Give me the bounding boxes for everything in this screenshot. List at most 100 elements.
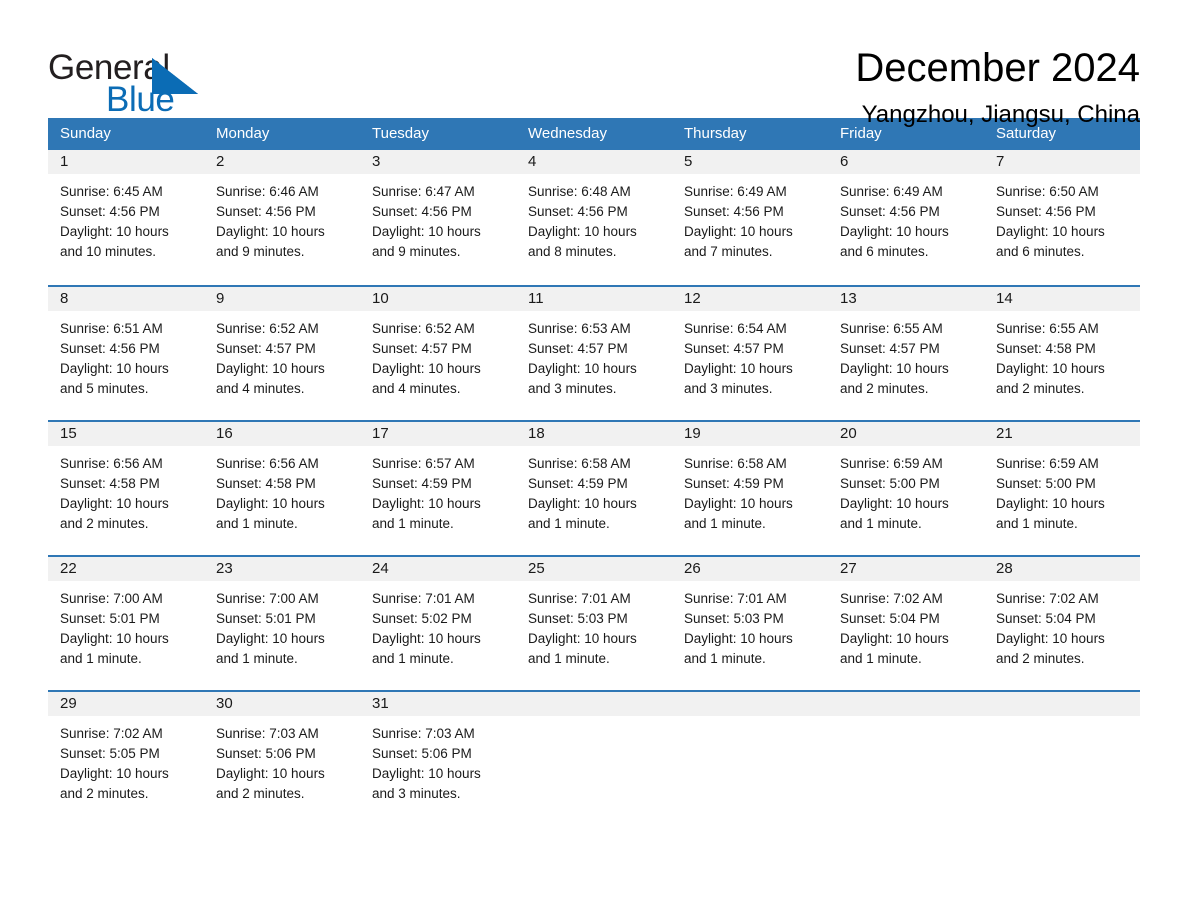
daylight-text-line1: Daylight: 10 hours <box>60 224 169 239</box>
day-cell[interactable]: 22 Sunrise: 7:00 AM Sunset: 5:01 PM Dayl… <box>48 557 204 690</box>
week-row: 29 Sunrise: 7:02 AM Sunset: 5:05 PM Dayl… <box>48 690 1140 825</box>
day-cell[interactable]: 2 Sunrise: 6:46 AM Sunset: 4:56 PM Dayli… <box>204 150 360 285</box>
weekday-monday: Monday <box>216 125 270 142</box>
day-number: 22 <box>48 557 204 581</box>
day-details: Sunrise: 7:03 AM Sunset: 5:06 PM Dayligh… <box>204 716 360 804</box>
day-number: 19 <box>672 422 828 446</box>
sunrise-text: Sunrise: 6:52 AM <box>216 321 319 336</box>
day-cell[interactable]: 30 Sunrise: 7:03 AM Sunset: 5:06 PM Dayl… <box>204 692 360 825</box>
sunset-text: Sunset: 4:58 PM <box>996 341 1096 356</box>
day-cell[interactable]: 9 Sunrise: 6:52 AM Sunset: 4:57 PM Dayli… <box>204 287 360 420</box>
day-number <box>516 692 672 716</box>
daylight-text-line1: Daylight: 10 hours <box>216 631 325 646</box>
sunset-text: Sunset: 5:00 PM <box>996 476 1096 491</box>
sunset-text: Sunset: 4:56 PM <box>60 341 160 356</box>
day-cell[interactable]: 31 Sunrise: 7:03 AM Sunset: 5:06 PM Dayl… <box>360 692 516 825</box>
brand-logo[interactable]: General Blue <box>48 42 248 118</box>
daylight-text-line2: and 1 minute. <box>216 651 298 666</box>
day-cell[interactable]: 19 Sunrise: 6:58 AM Sunset: 4:59 PM Dayl… <box>672 422 828 555</box>
sunset-text: Sunset: 4:56 PM <box>684 204 784 219</box>
day-cell[interactable]: 23 Sunrise: 7:00 AM Sunset: 5:01 PM Dayl… <box>204 557 360 690</box>
day-number: 9 <box>204 287 360 311</box>
day-number: 31 <box>360 692 516 716</box>
sunrise-text: Sunrise: 7:03 AM <box>216 726 319 741</box>
daylight-text-line1: Daylight: 10 hours <box>684 361 793 376</box>
weekday-saturday: Saturday <box>996 125 1057 142</box>
sunset-text: Sunset: 4:57 PM <box>372 341 472 356</box>
day-details: Sunrise: 6:51 AM Sunset: 4:56 PM Dayligh… <box>48 311 204 399</box>
day-cell[interactable]: 4 Sunrise: 6:48 AM Sunset: 4:56 PM Dayli… <box>516 150 672 285</box>
day-cell[interactable]: 28 Sunrise: 7:02 AM Sunset: 5:04 PM Dayl… <box>984 557 1140 690</box>
sunset-text: Sunset: 4:58 PM <box>216 476 316 491</box>
day-details: Sunrise: 6:55 AM Sunset: 4:58 PM Dayligh… <box>984 311 1140 399</box>
sunset-text: Sunset: 5:04 PM <box>996 611 1096 626</box>
day-cell[interactable]: 18 Sunrise: 6:58 AM Sunset: 4:59 PM Dayl… <box>516 422 672 555</box>
sunrise-text: Sunrise: 7:01 AM <box>528 591 631 606</box>
day-details: Sunrise: 7:03 AM Sunset: 5:06 PM Dayligh… <box>360 716 516 804</box>
day-cell[interactable]: 15 Sunrise: 6:56 AM Sunset: 4:58 PM Dayl… <box>48 422 204 555</box>
daylight-text-line2: and 3 minutes. <box>528 381 617 396</box>
daylight-text-line2: and 6 minutes. <box>840 244 929 259</box>
sunrise-text: Sunrise: 7:00 AM <box>216 591 319 606</box>
sunrise-text: Sunrise: 7:01 AM <box>684 591 787 606</box>
sunrise-text: Sunrise: 6:55 AM <box>996 321 1099 336</box>
week-row: 1 Sunrise: 6:45 AM Sunset: 4:56 PM Dayli… <box>48 150 1140 285</box>
daylight-text-line2: and 8 minutes. <box>528 244 617 259</box>
day-cell[interactable]: 6 Sunrise: 6:49 AM Sunset: 4:56 PM Dayli… <box>828 150 984 285</box>
day-cell[interactable]: 20 Sunrise: 6:59 AM Sunset: 5:00 PM Dayl… <box>828 422 984 555</box>
day-details: Sunrise: 7:00 AM Sunset: 5:01 PM Dayligh… <box>48 581 204 669</box>
sunset-text: Sunset: 5:03 PM <box>528 611 628 626</box>
day-cell[interactable]: 13 Sunrise: 6:55 AM Sunset: 4:57 PM Dayl… <box>828 287 984 420</box>
day-cell[interactable]: 7 Sunrise: 6:50 AM Sunset: 4:56 PM Dayli… <box>984 150 1140 285</box>
day-cell[interactable]: 11 Sunrise: 6:53 AM Sunset: 4:57 PM Dayl… <box>516 287 672 420</box>
daylight-text-line2: and 1 minute. <box>528 516 610 531</box>
day-number: 15 <box>48 422 204 446</box>
daylight-text-line1: Daylight: 10 hours <box>684 224 793 239</box>
daylight-text-line1: Daylight: 10 hours <box>996 631 1105 646</box>
day-cell[interactable]: 24 Sunrise: 7:01 AM Sunset: 5:02 PM Dayl… <box>360 557 516 690</box>
day-number: 13 <box>828 287 984 311</box>
day-cell[interactable]: 8 Sunrise: 6:51 AM Sunset: 4:56 PM Dayli… <box>48 287 204 420</box>
daylight-text-line2: and 1 minute. <box>216 516 298 531</box>
sunset-text: Sunset: 4:59 PM <box>684 476 784 491</box>
day-number <box>672 692 828 716</box>
daylight-text-line1: Daylight: 10 hours <box>528 496 637 511</box>
day-cell[interactable]: 3 Sunrise: 6:47 AM Sunset: 4:56 PM Dayli… <box>360 150 516 285</box>
daylight-text-line1: Daylight: 10 hours <box>996 361 1105 376</box>
day-cell[interactable]: 5 Sunrise: 6:49 AM Sunset: 4:56 PM Dayli… <box>672 150 828 285</box>
sunrise-text: Sunrise: 6:57 AM <box>372 456 475 471</box>
day-details: Sunrise: 7:01 AM Sunset: 5:03 PM Dayligh… <box>516 581 672 669</box>
day-details: Sunrise: 6:59 AM Sunset: 5:00 PM Dayligh… <box>984 446 1140 534</box>
day-cell[interactable]: 26 Sunrise: 7:01 AM Sunset: 5:03 PM Dayl… <box>672 557 828 690</box>
blue-triangle-icon-shape <box>152 58 198 94</box>
day-details: Sunrise: 6:58 AM Sunset: 4:59 PM Dayligh… <box>516 446 672 534</box>
day-cell[interactable]: 27 Sunrise: 7:02 AM Sunset: 5:04 PM Dayl… <box>828 557 984 690</box>
sunset-text: Sunset: 4:57 PM <box>684 341 784 356</box>
day-cell[interactable]: 1 Sunrise: 6:45 AM Sunset: 4:56 PM Dayli… <box>48 150 204 285</box>
daylight-text-line2: and 1 minute. <box>684 516 766 531</box>
day-cell[interactable]: 16 Sunrise: 6:56 AM Sunset: 4:58 PM Dayl… <box>204 422 360 555</box>
day-cell[interactable]: 17 Sunrise: 6:57 AM Sunset: 4:59 PM Dayl… <box>360 422 516 555</box>
daylight-text-line1: Daylight: 10 hours <box>840 361 949 376</box>
day-cell[interactable]: 10 Sunrise: 6:52 AM Sunset: 4:57 PM Dayl… <box>360 287 516 420</box>
day-details: Sunrise: 6:54 AM Sunset: 4:57 PM Dayligh… <box>672 311 828 399</box>
day-cell[interactable]: 29 Sunrise: 7:02 AM Sunset: 5:05 PM Dayl… <box>48 692 204 825</box>
day-cell[interactable]: 12 Sunrise: 6:54 AM Sunset: 4:57 PM Dayl… <box>672 287 828 420</box>
daylight-text-line2: and 5 minutes. <box>60 381 149 396</box>
daylight-text-line2: and 4 minutes. <box>372 381 461 396</box>
day-cell[interactable]: 25 Sunrise: 7:01 AM Sunset: 5:03 PM Dayl… <box>516 557 672 690</box>
day-details: Sunrise: 7:02 AM Sunset: 5:05 PM Dayligh… <box>48 716 204 804</box>
day-number: 5 <box>672 150 828 174</box>
day-details: Sunrise: 6:56 AM Sunset: 4:58 PM Dayligh… <box>48 446 204 534</box>
sunset-text: Sunset: 5:04 PM <box>840 611 940 626</box>
sunrise-text: Sunrise: 7:02 AM <box>840 591 943 606</box>
daylight-text-line1: Daylight: 10 hours <box>840 631 949 646</box>
daylight-text-line2: and 2 minutes. <box>60 786 149 801</box>
day-cell-empty <box>672 692 828 825</box>
day-cell[interactable]: 21 Sunrise: 6:59 AM Sunset: 5:00 PM Dayl… <box>984 422 1140 555</box>
day-number: 11 <box>516 287 672 311</box>
daylight-text-line2: and 2 minutes. <box>840 381 929 396</box>
day-cell[interactable]: 14 Sunrise: 6:55 AM Sunset: 4:58 PM Dayl… <box>984 287 1140 420</box>
day-details: Sunrise: 6:50 AM Sunset: 4:56 PM Dayligh… <box>984 174 1140 262</box>
daylight-text-line2: and 1 minute. <box>840 516 922 531</box>
